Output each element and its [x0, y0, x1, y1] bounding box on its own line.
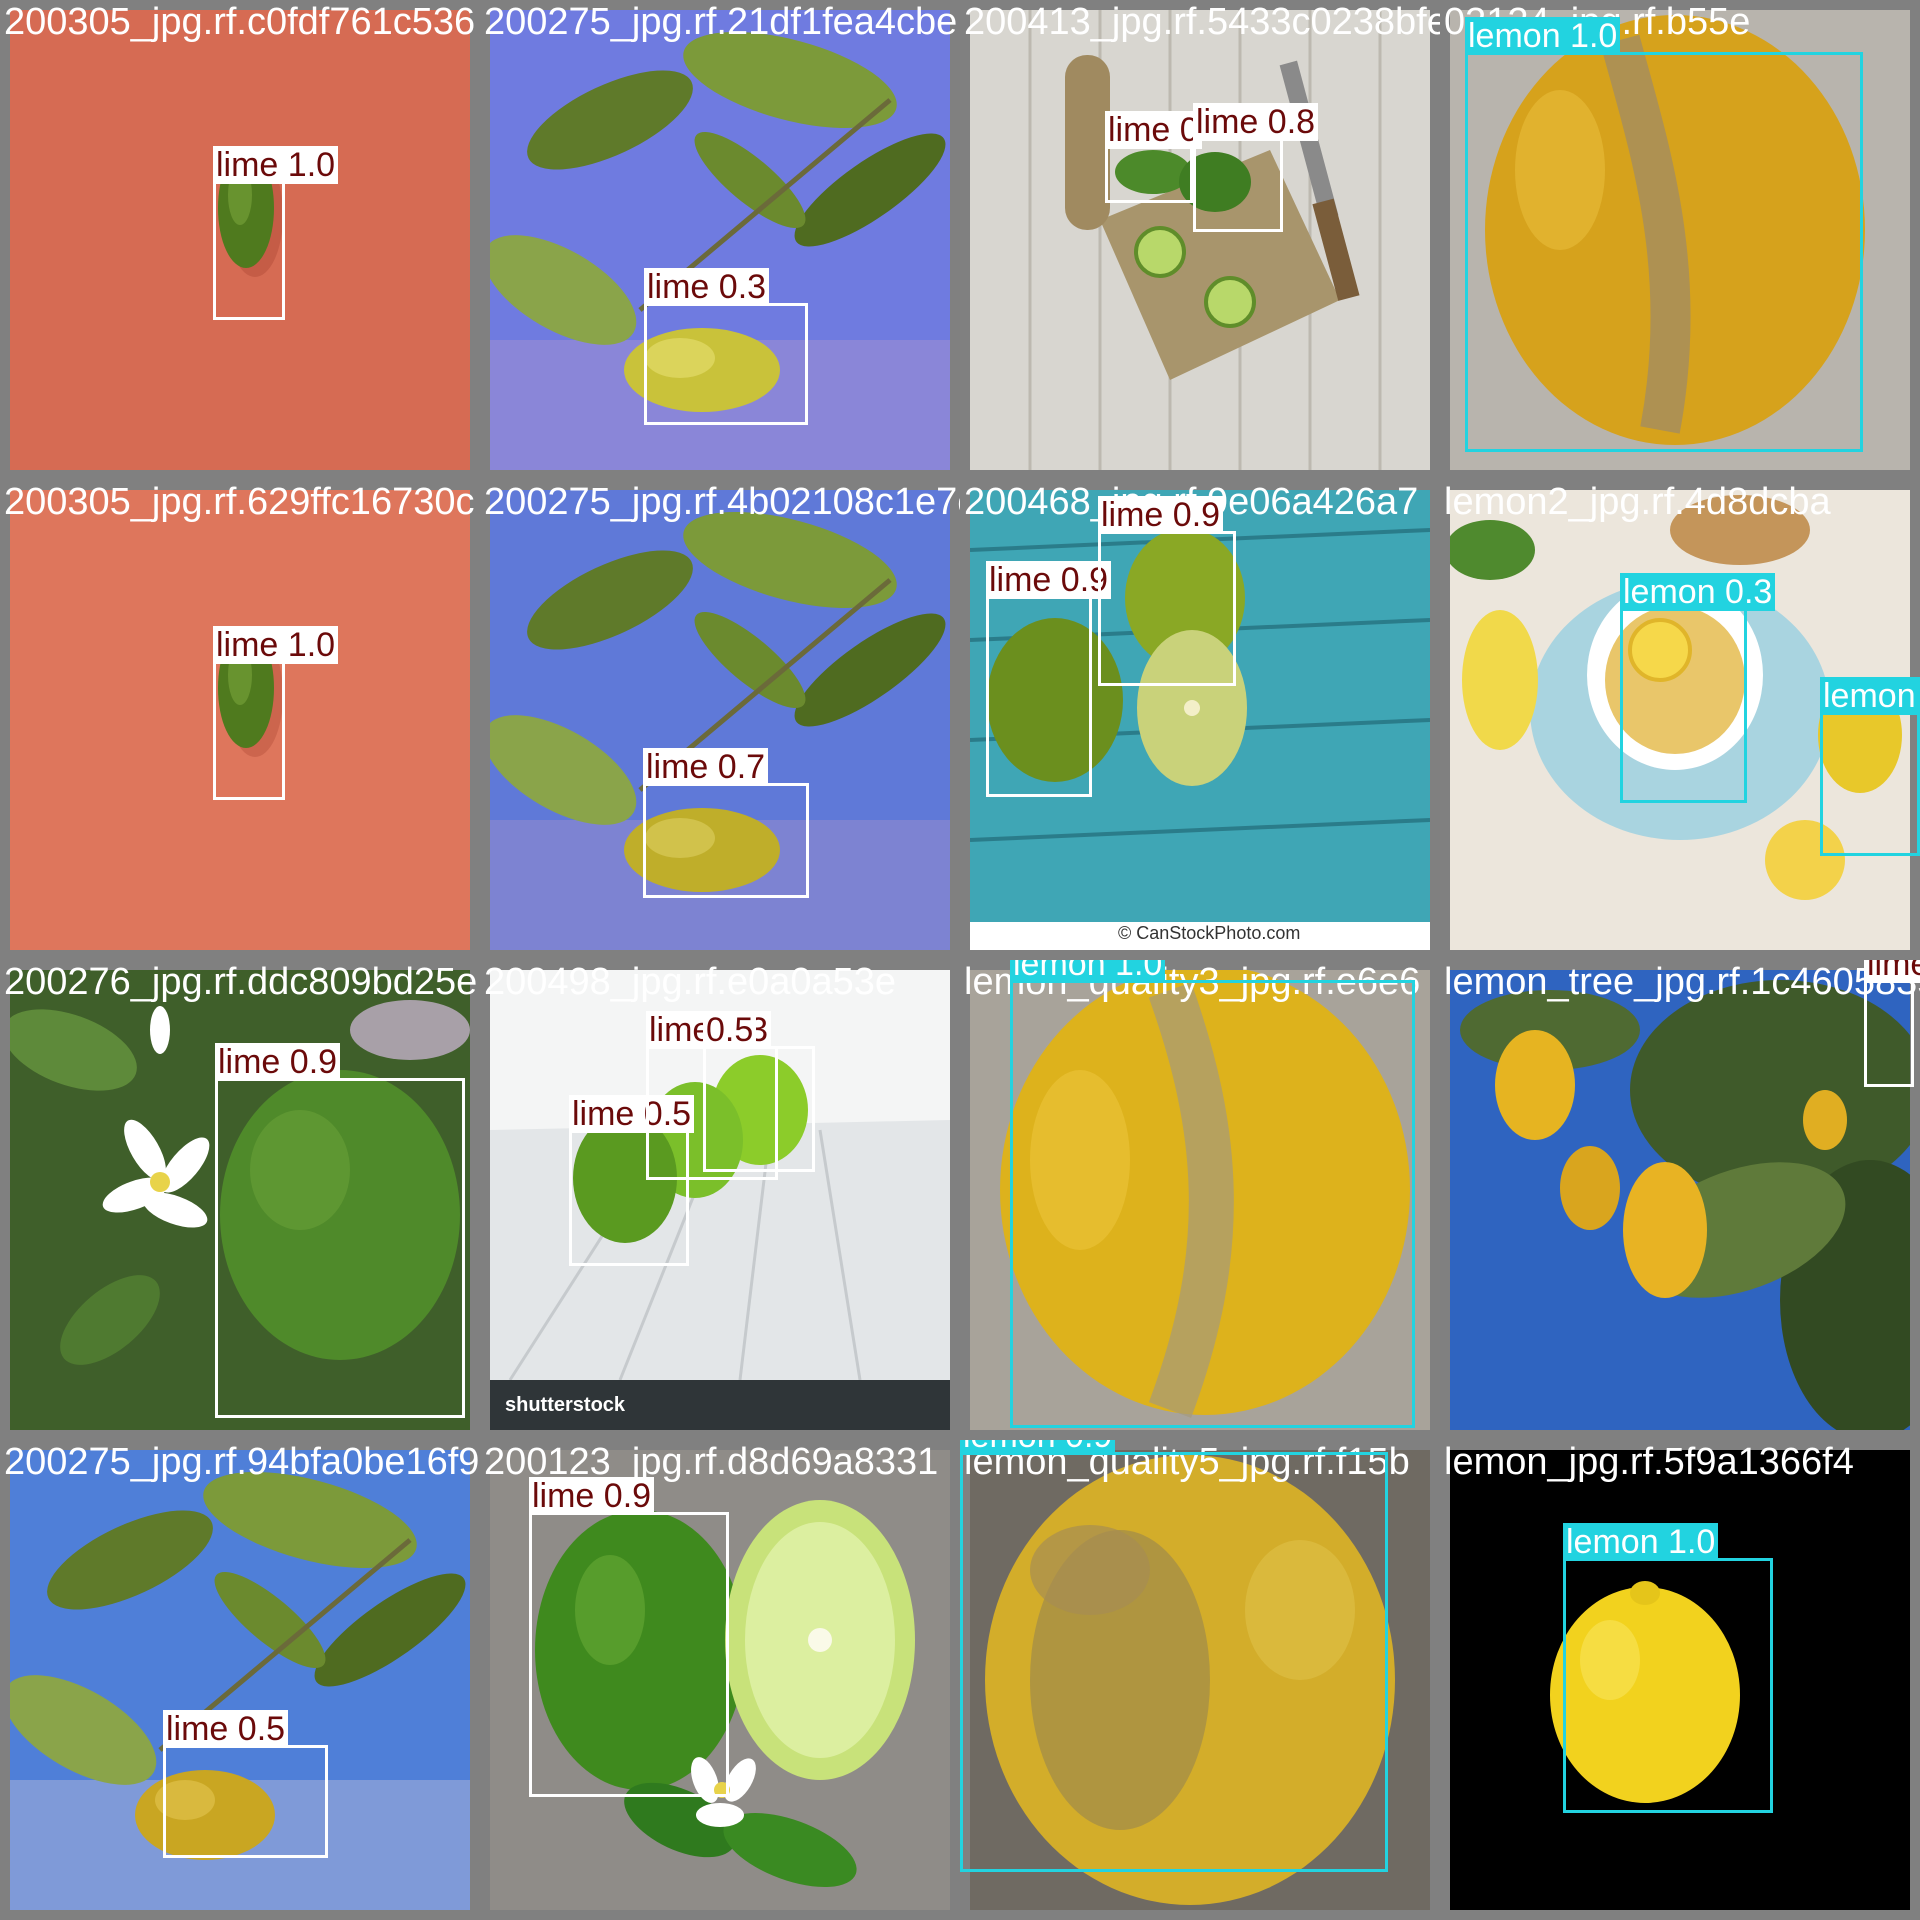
mosaic-tile: lemon_jpg.rf.5f9a1366f4 lemon 1.0 — [1440, 1440, 1920, 1920]
lemon-detection-box: lemon 0.9 — [960, 1440, 1388, 1872]
lemon-detection-box: lemon 1.0 — [1465, 17, 1863, 452]
lime-detection-box: lime 0 — [1105, 111, 1202, 203]
detection-label: lime 0.5 — [163, 1710, 289, 1748]
canstock-watermark: © CanStockPhoto.com — [1118, 923, 1301, 943]
mosaic-tile: lemon_quality5_jpg.rf.f15b lemon 0.9 — [960, 1440, 1440, 1920]
lime-detection-box: lime 0.9 — [215, 1043, 465, 1418]
image-filename: lemon2_jpg.rf.4d8dcba — [1444, 481, 1831, 523]
image-filename: 200275_jpg.rf.21df1fea4cbe — [484, 1, 958, 43]
lime-detection-box: lime 1.0 — [213, 626, 339, 800]
mosaic-tile: 200498_jpg.rf.e0a0a53e lime 0.5 lime 0.3… — [480, 960, 960, 1440]
mosaic-tile: lemon_quality3_jpg.rf.e6e6 lemon 1.0 — [960, 960, 1440, 1440]
lime-detection-box: lime 1.0 — [213, 146, 339, 320]
detection-label: lime 0.3 — [644, 268, 770, 306]
tile-image — [970, 10, 1430, 470]
image-filename: 200498_jpg.rf.e0a0a53e — [484, 961, 897, 1003]
detection-label: lemon 0.9 — [960, 1440, 1116, 1455]
detection-label: lime 1.0 — [213, 146, 339, 184]
detection-label: lemon 0.3 — [1820, 677, 1920, 715]
lemon-detection-box: lemon 1.0 — [1563, 1523, 1773, 1813]
mosaic-tile: 200275_jpg.rf.21df1fea4cbe lime 0.3 — [480, 0, 960, 480]
tile-image — [1450, 970, 1910, 1430]
detection-label: lime 0 — [1105, 111, 1202, 149]
image-filename: 200123_jpg.rf.d8d69a8331 — [484, 1441, 939, 1483]
mosaic-tile: lemon2_jpg.rf.4d8dcba lemon 0.3 lemon 0.… — [1440, 480, 1920, 960]
detection-label: lime 0.9 — [215, 1043, 341, 1081]
detection-label: lemon 1.0 — [1563, 1523, 1719, 1561]
image-filename: 200276_jpg.rf.ddc809bd25e — [4, 961, 478, 1003]
cutting-board-image — [970, 10, 1430, 470]
detection-label: lemon 1.0 — [1465, 17, 1621, 55]
lime-detection-box: lime 0.9 — [529, 1477, 729, 1797]
detection-label: lemon 0.3 — [1620, 573, 1776, 611]
detection-label: lemon 1.0 — [1010, 960, 1166, 983]
mosaic-tile: 03124_jpg.rf.b55e lemon 1.0 — [1440, 0, 1920, 480]
mosaic-tile: 200305_jpg.rf.c0fdf761c536 lime 1.0 — [0, 0, 480, 480]
lime-detection-box: lime 0.9 — [986, 561, 1112, 797]
lemon-detection-box: lemon 0.3 — [1620, 573, 1776, 803]
mosaic-tile: 200123_jpg.rf.d8d69a8331 lime 0.9 — [480, 1440, 960, 1920]
lime-detection-box: lime 0.3 — [1864, 960, 1920, 1087]
image-filename: lemon_jpg.rf.5f9a1366f4 — [1444, 1441, 1854, 1483]
image-filename: lemon_tree_jpg.rf.1c4605835 — [1444, 961, 1920, 1003]
mosaic-tile: 200413_jpg.rf.5433c0238bfe lime 0 lime 0… — [960, 0, 1440, 480]
detection-label: lime 1.0 — [213, 626, 339, 664]
mosaic-tile: 200275_jpg.rf.4b02108c1e7c8 lime 0.7 — [480, 480, 960, 960]
detection-label: lime 0.9 — [529, 1477, 655, 1515]
image-filename: 200305_jpg.rf.629ffc16730c — [4, 481, 475, 523]
shutterstock-watermark: shutterstock — [505, 1394, 626, 1416]
image-filename: 200275_jpg.rf.94bfa0be16f9 — [4, 1441, 480, 1483]
lemon-detection-box: lemon 0.3 — [1820, 677, 1920, 856]
lime-detection-box: lime 0.7 — [643, 748, 809, 898]
image-filename: 200413_jpg.rf.5433c0238bfe — [964, 1, 1440, 43]
image-filename: 200275_jpg.rf.4b02108c1e7c8 — [484, 481, 960, 523]
detection-label: lime 0.8 — [1193, 103, 1319, 141]
mosaic-tile: 200275_jpg.rf.94bfa0be16f9 lime 0.5 — [0, 1440, 480, 1920]
mosaic-tile: lemon_tree_jpg.rf.1c4605835 lime 0.3 — [1440, 960, 1920, 1440]
detection-label: 0.5 — [703, 1011, 757, 1049]
mosaic-tile: 200276_jpg.rf.ddc809bd25e lime 0.9 — [0, 960, 480, 1440]
lemons-on-tree-image — [1450, 970, 1910, 1430]
detection-label: lime 0.9 — [1098, 496, 1224, 534]
lime-detection-box: lime 0.9 — [1098, 496, 1236, 686]
lemon-detection-box: lemon 1.0 — [1010, 960, 1415, 1428]
mosaic-tile: 200468_jpg.rf.9e06a426a7 lime 0.9 lime 0… — [960, 480, 1440, 960]
lime-detection-box: 0.5 — [703, 1011, 815, 1172]
lime-detection-box: lime 0.3 — [644, 268, 808, 425]
lime-detection-box: lime 0.5 — [163, 1710, 328, 1858]
detection-label: lime 0.3 — [1864, 960, 1920, 983]
detection-label: lime 0.7 — [643, 748, 769, 786]
detection-mosaic: 200305_jpg.rf.c0fdf761c536 lime 1.0 2002… — [0, 0, 1920, 1920]
lime-detection-box: lime 0.8 — [1193, 103, 1319, 232]
image-filename: 200305_jpg.rf.c0fdf761c536 — [4, 1, 476, 43]
detection-label: lime 0.9 — [986, 561, 1112, 599]
mosaic-tile: 200305_jpg.rf.629ffc16730c lime 1.0 — [0, 480, 480, 960]
